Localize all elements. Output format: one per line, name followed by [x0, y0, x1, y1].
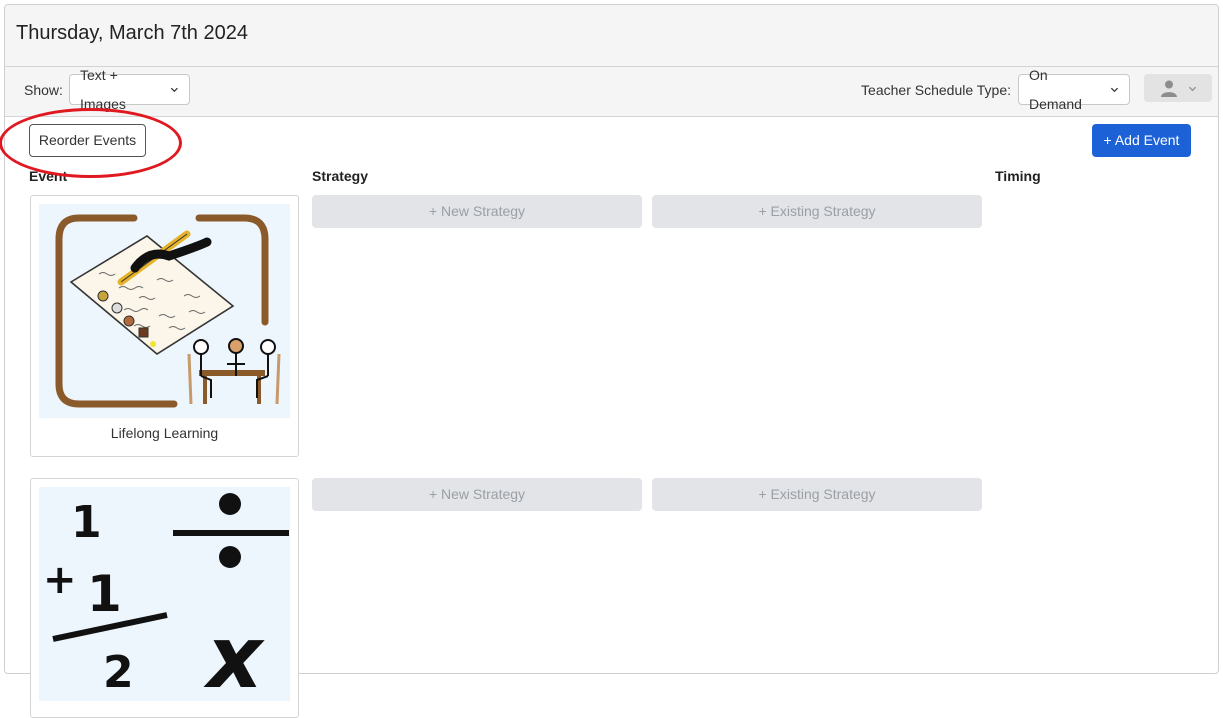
reorder-events-button[interactable]: Reorder Events	[29, 124, 146, 157]
chevron-down-icon	[171, 87, 179, 93]
event-card-math[interactable]: 1 + 1 2 x	[30, 478, 299, 718]
chevron-down-icon	[1188, 86, 1196, 91]
add-event-button[interactable]: + Add Event	[1092, 124, 1191, 157]
event-label: Lifelong Learning	[110, 425, 219, 441]
show-dropdown-value: Text + Images	[80, 66, 126, 112]
column-header-strategy: Strategy	[312, 168, 369, 184]
math-picture: 1 + 1 2 x	[39, 487, 290, 701]
svg-text:x: x	[203, 608, 265, 701]
svg-text:2: 2	[103, 647, 134, 698]
column-header-event: Event	[29, 168, 68, 184]
svg-text:1: 1	[71, 497, 102, 548]
toolbar: Show: Text + Images Teacher Schedule Typ…	[5, 67, 1218, 117]
schedule-type-dropdown[interactable]: On Demand	[1018, 67, 1130, 112]
svg-text:+: +	[43, 557, 77, 603]
app-frame: Thursday, March 7th 2024 Show: Text + Im…	[0, 4, 1219, 718]
existing-strategy-button[interactable]: + Existing Strategy	[652, 195, 982, 228]
schedule-type-label: Teacher Schedule Type:	[861, 82, 1011, 98]
show-label: Show:	[24, 82, 63, 98]
new-strategy-button[interactable]: + New Strategy	[312, 195, 642, 228]
new-strategy-button[interactable]: + New Strategy	[312, 478, 642, 511]
column-header-timing: Timing	[995, 168, 1041, 184]
event-card-lifelong-learning[interactable]: Lifelong Learning	[30, 195, 299, 457]
user-avatar-icon	[1160, 80, 1177, 97]
page-title: Thursday, March 7th 2024	[16, 22, 248, 44]
show-dropdown[interactable]: Text + Images	[69, 67, 190, 112]
schedule-type-value: On Demand	[1029, 66, 1082, 112]
chevron-down-icon	[1110, 87, 1119, 93]
page-header: Thursday, March 7th 2024	[5, 5, 1218, 67]
lifelong-learning-picture	[39, 204, 290, 418]
existing-strategy-button[interactable]: + Existing Strategy	[652, 478, 982, 511]
user-menu-button[interactable]	[1144, 74, 1212, 102]
svg-text:1: 1	[87, 565, 122, 623]
